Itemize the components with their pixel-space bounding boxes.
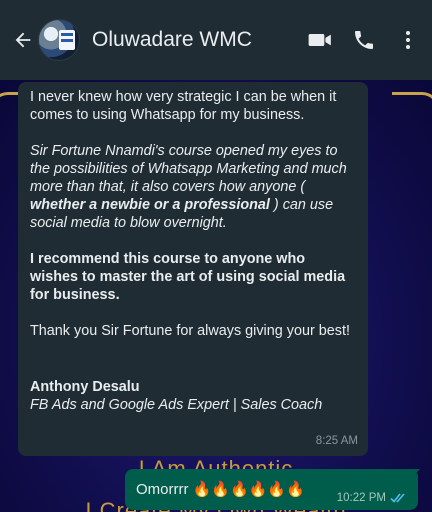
contact-avatar[interactable] (38, 19, 80, 61)
message-paragraph-2: Sir Fortune Nnamdi's course opened my ey… (30, 143, 347, 231)
message-bold-phrase: whether a newbie or a professional (30, 197, 270, 213)
back-arrow-icon (15, 32, 31, 48)
back-button[interactable] (6, 23, 40, 57)
video-call-icon (308, 34, 331, 46)
video-call-button[interactable] (298, 18, 342, 62)
wallpaper-ornament-right (392, 92, 432, 140)
double-check-read-icon (390, 493, 405, 503)
incoming-message-time: 8:25 AM (315, 435, 358, 447)
message-paragraph-4: Thank you Sir Fortune for always giving … (30, 323, 350, 339)
contact-name[interactable]: Oluwadare WMC (92, 28, 298, 52)
more-vertical-icon (406, 31, 410, 49)
outgoing-message-meta: 10:22 PM (337, 492, 408, 504)
signature-title: FB Ads and Google Ads Expert | Sales Coa… (30, 397, 323, 413)
chat-header: Oluwadare WMC (0, 0, 432, 80)
message-paragraph-3: I recommend this course to anyone who wi… (30, 251, 346, 303)
voice-call-button[interactable] (342, 18, 386, 62)
message-paragraph-1: I never knew how very strategic I can be… (30, 89, 337, 123)
outgoing-message-text: Omorrrr 🔥🔥🔥🔥🔥🔥 (136, 481, 305, 498)
voice-call-icon (355, 31, 373, 49)
outgoing-message-bubble[interactable]: Omorrrr 🔥🔥🔥🔥🔥🔥 10:22 PM (125, 469, 418, 510)
more-options-button[interactable] (386, 18, 430, 62)
outgoing-bubble-tail (410, 469, 420, 479)
incoming-message-bubble[interactable]: I never knew how very strategic I can be… (18, 82, 368, 456)
signature-name: Anthony Desalu (30, 379, 140, 395)
outgoing-message-time: 10:22 PM (336, 492, 386, 504)
